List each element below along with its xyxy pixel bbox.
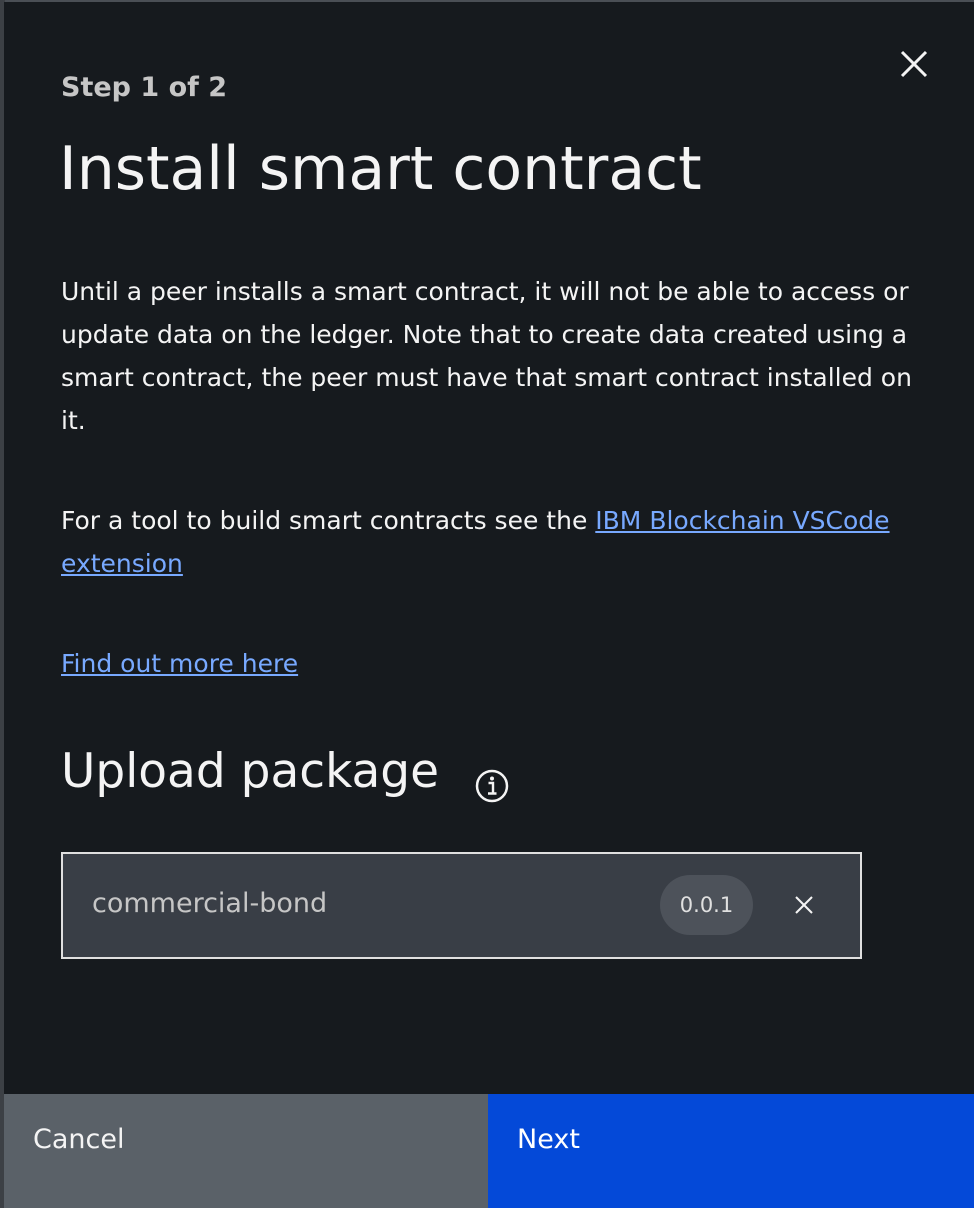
step-label: Step 1 of 2 xyxy=(61,72,228,103)
tool-text: For a tool to build smart contracts see … xyxy=(61,506,588,535)
file-name: commercial-bond xyxy=(92,888,328,919)
modal-title: Install smart contract xyxy=(59,134,702,204)
close-button[interactable] xyxy=(892,42,936,86)
upload-package-heading: Upload package xyxy=(61,744,440,799)
modal-footer: Cancel Next xyxy=(4,1094,974,1208)
next-button[interactable]: Next xyxy=(488,1094,974,1208)
uploaded-file-item: commercial-bond 0.0.1 xyxy=(61,852,862,959)
close-icon xyxy=(795,896,813,914)
find-out-more-link[interactable]: Find out more here xyxy=(61,642,298,685)
version-tag: 0.0.1 xyxy=(660,875,753,935)
description-text: Until a peer installs a smart contract, … xyxy=(61,277,912,435)
close-icon xyxy=(900,50,928,78)
tool-paragraph: For a tool to build smart contracts see … xyxy=(61,499,931,585)
remove-file-button[interactable] xyxy=(789,890,819,920)
cancel-button[interactable]: Cancel xyxy=(4,1094,488,1208)
info-icon[interactable] xyxy=(474,768,510,804)
install-smart-contract-modal: Step 1 of 2 Install smart contract Until… xyxy=(4,2,974,1208)
